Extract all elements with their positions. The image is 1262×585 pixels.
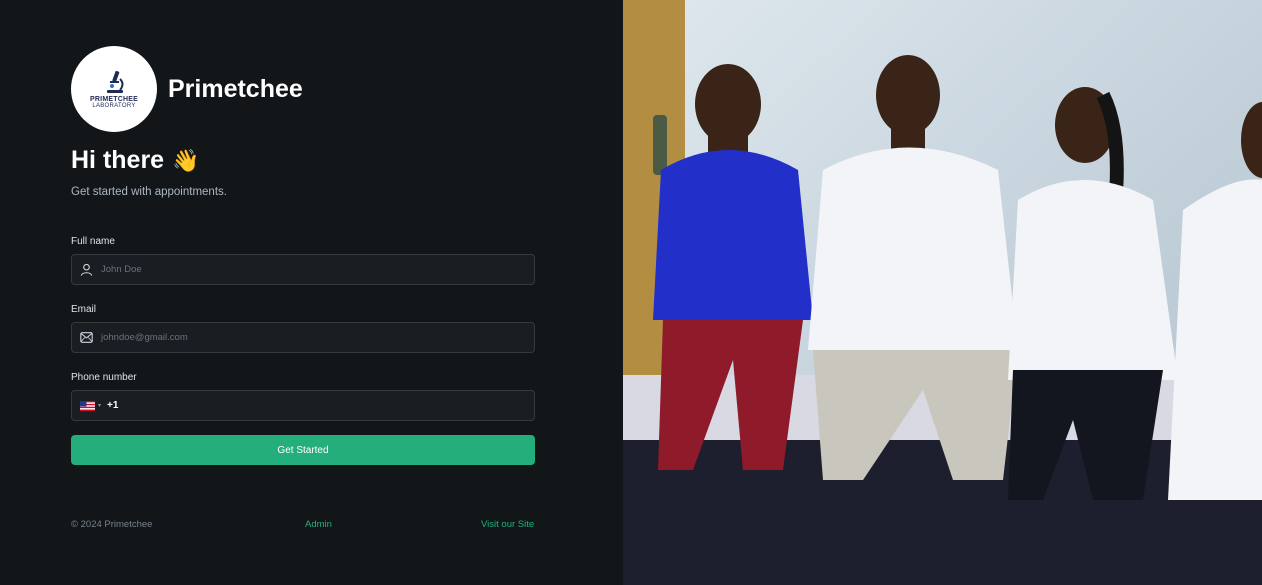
email-field[interactable]: johndoe@gmail.com: [71, 322, 535, 353]
copyright-text: © 2024 Primetchee: [71, 519, 153, 530]
admin-link[interactable]: Admin: [305, 519, 332, 530]
user-icon: [80, 263, 93, 276]
phone-field[interactable]: ▾ +1: [71, 390, 535, 421]
chevron-down-icon: ▾: [98, 403, 102, 409]
email-input[interactable]: johndoe@gmail.com: [101, 332, 188, 343]
greeting-text: Hi there: [71, 146, 165, 174]
logo-title: PRIMETCHEE: [90, 96, 138, 103]
full-name-label: Full name: [71, 236, 115, 247]
brand: PRIMETCHEE LABORATORY Primetchee: [71, 46, 303, 132]
appointment-page: PRIMETCHEE LABORATORY Primetchee Hi ther…: [0, 0, 1262, 585]
get-started-button[interactable]: Get Started: [71, 435, 535, 465]
waving-hand-icon: 👋: [172, 147, 200, 173]
brand-name: Primetchee: [168, 74, 303, 103]
country-selector[interactable]: ▾: [80, 400, 102, 411]
us-flag-icon: [80, 400, 95, 411]
form-panel: PRIMETCHEE LABORATORY Primetchee Hi ther…: [0, 0, 623, 585]
email-label: Email: [71, 304, 97, 315]
phone-input[interactable]: +1: [107, 400, 118, 411]
page-subtitle: Get started with appointments.: [71, 186, 227, 198]
mail-icon: [80, 332, 93, 343]
logo-subtitle: LABORATORY: [92, 103, 136, 109]
microscope-icon: [107, 70, 124, 93]
phone-label: Phone number: [71, 372, 137, 383]
page-title: Hi there 👋: [71, 146, 200, 175]
team-photo: [623, 0, 1262, 585]
visit-site-link[interactable]: Visit our Site: [481, 519, 534, 530]
brand-logo: PRIMETCHEE LABORATORY: [71, 46, 157, 132]
team-photo-illustration: [623, 0, 1262, 585]
full-name-input[interactable]: John Doe: [101, 264, 142, 275]
full-name-field[interactable]: John Doe: [71, 254, 535, 285]
